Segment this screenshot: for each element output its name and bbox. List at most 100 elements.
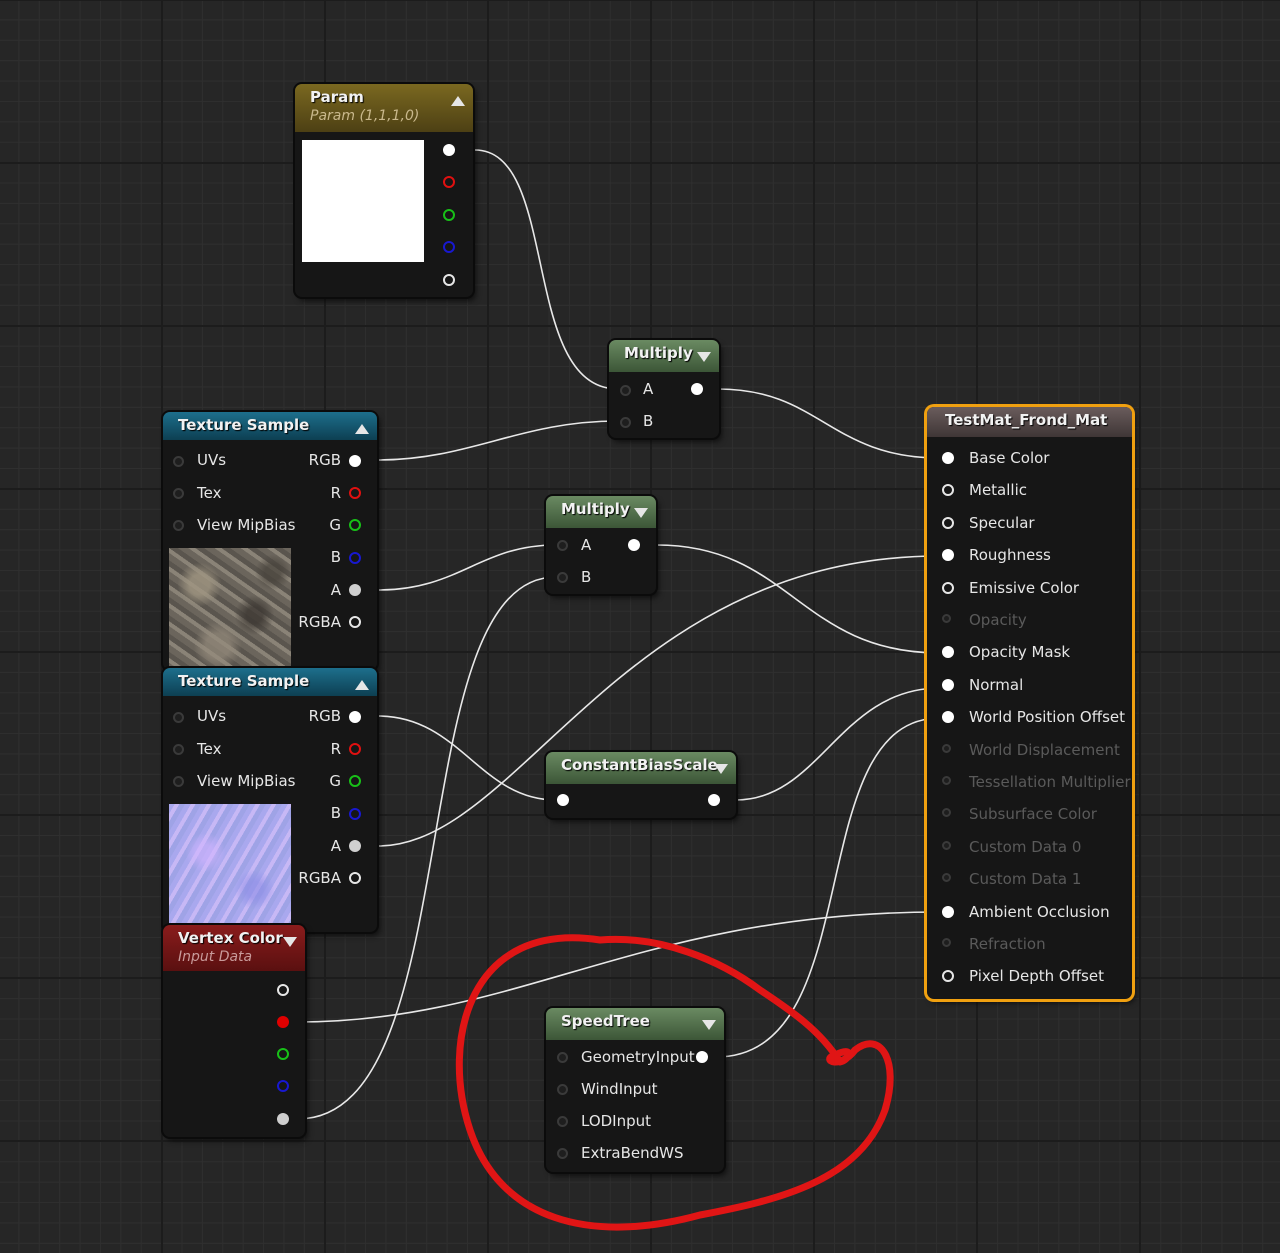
multiply-top-output-pin[interactable] bbox=[691, 383, 703, 395]
texture-1-input-uvs-pin[interactable] bbox=[173, 456, 184, 467]
material-result-header[interactable]: TestMat_Frond_Mat bbox=[927, 407, 1132, 437]
material-emissive-color-pin[interactable] bbox=[942, 581, 954, 594]
collapse-arrow-icon[interactable] bbox=[702, 1020, 716, 1030]
material-metallic-pin[interactable] bbox=[942, 484, 954, 497]
multiply-top-header[interactable]: Multiply bbox=[609, 340, 719, 372]
material-tessellation-multiplier-pin[interactable] bbox=[942, 776, 951, 785]
material-roughness-pin[interactable] bbox=[942, 549, 954, 562]
speedtree-input-lod-pin[interactable] bbox=[557, 1116, 568, 1127]
texture-2-output-g-pin[interactable] bbox=[349, 775, 361, 787]
texture-1-output-b-pin[interactable] bbox=[349, 552, 361, 564]
param-output-b-pin[interactable] bbox=[443, 241, 455, 253]
multiply-top-input-a-pin[interactable] bbox=[620, 385, 631, 396]
multiply-mid-header[interactable]: Multiply bbox=[546, 496, 656, 528]
material-custom-data-1-pin[interactable] bbox=[942, 873, 951, 883]
texture-1-output-r-pin[interactable] bbox=[349, 487, 361, 499]
speedtree-header[interactable]: SpeedTree bbox=[546, 1008, 724, 1040]
speedtree-input-geometry-pin[interactable] bbox=[557, 1052, 568, 1063]
speedtree-output-pin[interactable] bbox=[696, 1051, 708, 1063]
material-specular-pin[interactable] bbox=[942, 516, 954, 529]
multiply-top-input-b-pin[interactable] bbox=[620, 417, 631, 428]
material-pixel-depth-offset-pin[interactable] bbox=[942, 970, 954, 983]
constant-bias-scale-node[interactable]: ConstantBiasScale bbox=[546, 752, 736, 818]
material-opacity-mask-label: Opacity Mask bbox=[969, 643, 1071, 662]
texture-sample-node-1[interactable]: Texture Sample UVs Tex View MipBias RGB … bbox=[163, 412, 377, 670]
collapse-arrow-icon[interactable] bbox=[634, 508, 648, 518]
vertex-color-output-a-pin[interactable] bbox=[277, 1113, 289, 1125]
collapse-arrow-icon[interactable] bbox=[355, 680, 369, 690]
multiply-node-top[interactable]: Multiply A B bbox=[609, 340, 719, 438]
texture-1-output-a-pin[interactable] bbox=[349, 584, 361, 596]
param-output-rgb-pin[interactable] bbox=[443, 144, 455, 156]
wire-tex1-a-to-multiply-a bbox=[377, 544, 557, 591]
wire-multiply-to-base-color bbox=[717, 388, 941, 459]
collapse-arrow-icon[interactable] bbox=[451, 96, 465, 106]
multiply-node-middle[interactable]: Multiply A B bbox=[546, 496, 656, 594]
texture-sample-1-header[interactable]: Texture Sample bbox=[163, 412, 377, 440]
material-metallic-label: Metallic bbox=[969, 481, 1027, 500]
vertex-color-subtitle: Input Data bbox=[178, 949, 253, 965]
texture-1-output-g-pin[interactable] bbox=[349, 519, 361, 531]
material-world-position-offset-pin[interactable] bbox=[942, 711, 954, 724]
texture-1-input-tex-pin[interactable] bbox=[173, 488, 184, 499]
vertex-color-output-b-pin[interactable] bbox=[277, 1080, 289, 1092]
texture-1-input-mipbias-pin[interactable] bbox=[173, 520, 184, 531]
param-output-r-pin[interactable] bbox=[443, 176, 455, 188]
cbs-input-pin[interactable] bbox=[557, 794, 569, 806]
texture-2-input-uvs-pin[interactable] bbox=[173, 712, 184, 723]
collapse-arrow-icon[interactable] bbox=[355, 424, 369, 434]
wire-tex1-rgb-to-multiply-b bbox=[377, 420, 619, 461]
wire-param-to-multiply-a bbox=[474, 149, 619, 390]
texture-1-input-uvs: UVs bbox=[197, 451, 227, 469]
material-graph-canvas[interactable]: Param Param (1,1,1,0) Multiply A B Multi… bbox=[0, 0, 1280, 1253]
param-node-header[interactable]: Param Param (1,1,1,0) bbox=[295, 84, 473, 132]
speedtree-input-lod: LODInput bbox=[581, 1112, 652, 1130]
param-output-g-pin[interactable] bbox=[443, 209, 455, 221]
texture-2-input-mipbias-pin[interactable] bbox=[173, 776, 184, 787]
texture-sample-2-header[interactable]: Texture Sample bbox=[163, 668, 377, 696]
material-world-displacement-pin[interactable] bbox=[942, 743, 951, 753]
texture-2-output-rgba-pin[interactable] bbox=[349, 872, 361, 884]
texture-2-output-a-pin[interactable] bbox=[349, 840, 361, 852]
vertex-color-node[interactable]: Vertex Color Input Data bbox=[163, 925, 305, 1137]
material-subsurface-color-pin[interactable] bbox=[942, 808, 951, 818]
material-normal-pin[interactable] bbox=[942, 678, 954, 691]
vertex-color-output-r-pin[interactable] bbox=[277, 1016, 289, 1028]
multiply-mid-input-b-pin[interactable] bbox=[557, 572, 568, 583]
cbs-output-pin[interactable] bbox=[708, 794, 720, 806]
collapse-arrow-icon[interactable] bbox=[714, 764, 728, 774]
material-ambient-occlusion-pin[interactable] bbox=[942, 905, 954, 918]
texture-1-output-g-label: G bbox=[329, 516, 341, 534]
material-refraction-pin[interactable] bbox=[942, 938, 951, 947]
multiply-mid-input-a-pin[interactable] bbox=[557, 540, 568, 551]
cbs-header[interactable]: ConstantBiasScale bbox=[546, 752, 736, 784]
texture-2-input-tex-pin[interactable] bbox=[173, 744, 184, 755]
vertex-color-output-g-pin[interactable] bbox=[277, 1048, 289, 1060]
speedtree-node[interactable]: SpeedTree GeometryInput WindInput LODInp… bbox=[546, 1008, 724, 1172]
vertex-color-header[interactable]: Vertex Color Input Data bbox=[163, 925, 305, 971]
texture-1-input-tex: Tex bbox=[197, 484, 222, 502]
texture-2-output-r-pin[interactable] bbox=[349, 743, 361, 755]
texture-2-output-b-pin[interactable] bbox=[349, 808, 361, 820]
material-result-node[interactable]: TestMat_Frond_Mat Base Color Metallic Spec… bbox=[927, 407, 1132, 999]
param-node[interactable]: Param Param (1,1,1,0) bbox=[295, 84, 473, 297]
material-custom-data-0-pin[interactable] bbox=[942, 840, 951, 850]
material-emissive-color-label: Emissive Color bbox=[969, 578, 1080, 597]
collapse-arrow-icon[interactable] bbox=[283, 937, 297, 947]
param-output-a-pin[interactable] bbox=[443, 274, 455, 286]
texture-sample-node-2[interactable]: Texture Sample UVs Tex View MipBias RGB … bbox=[163, 668, 377, 932]
material-world-displacement-label: World Displacement bbox=[969, 740, 1120, 759]
collapse-arrow-icon[interactable] bbox=[697, 352, 711, 362]
multiply-mid-output-pin[interactable] bbox=[628, 539, 640, 551]
material-opacity-mask-pin[interactable] bbox=[942, 646, 954, 659]
texture-2-output-rgb-pin[interactable] bbox=[349, 711, 361, 723]
speedtree-input-wind-pin[interactable] bbox=[557, 1084, 568, 1095]
speedtree-input-geometry: GeometryInput bbox=[581, 1048, 695, 1066]
vertex-color-output-rgb-pin[interactable] bbox=[277, 984, 289, 996]
material-base-color-pin[interactable] bbox=[942, 452, 954, 464]
texture-1-output-rgba-pin[interactable] bbox=[349, 616, 361, 628]
texture-1-output-rgb-pin[interactable] bbox=[349, 455, 361, 467]
material-opacity-pin[interactable] bbox=[942, 614, 951, 623]
param-node-subtitle: Param (1,1,1,0) bbox=[310, 108, 420, 124]
speedtree-input-extrabend-pin[interactable] bbox=[557, 1148, 568, 1159]
